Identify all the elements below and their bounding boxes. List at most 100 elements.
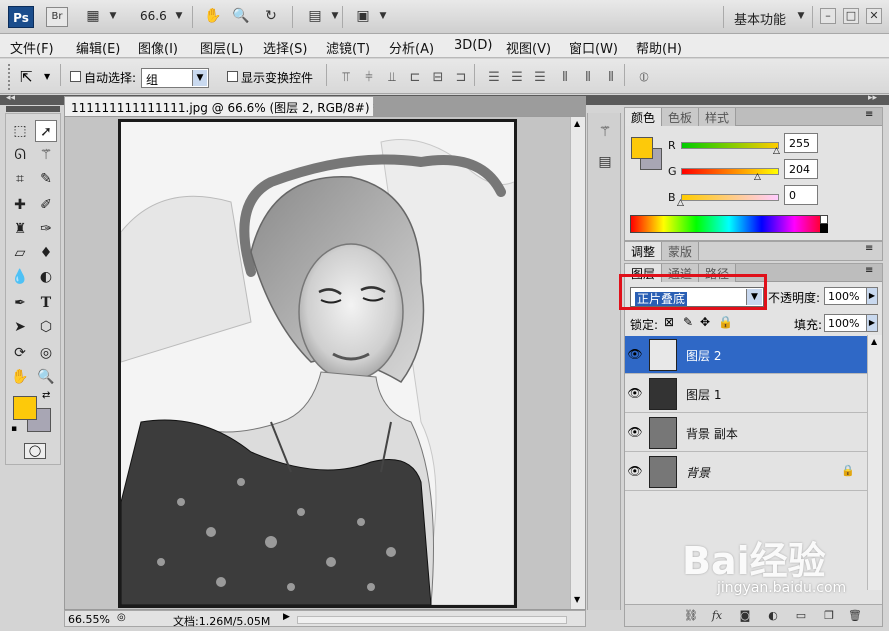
align-vcenter-icon[interactable]: ⫩: [361, 70, 377, 86]
close-icon[interactable]: ✕: [866, 8, 882, 24]
workspace-switcher[interactable]: 基本功能: [734, 9, 786, 28]
show-transform-checkbox[interactable]: [227, 71, 238, 82]
arrange-docs-icon[interactable]: ▤: [306, 8, 324, 24]
screen-mode-icon[interactable]: ▦: [84, 8, 102, 24]
status-menu-icon[interactable]: ▶: [283, 612, 290, 622]
blue-slider[interactable]: [681, 194, 779, 201]
canvas-vertical-scrollbar[interactable]: ▲ ▼: [570, 117, 585, 609]
status-settings-icon[interactable]: ◎: [117, 612, 126, 623]
scroll-up-icon[interactable]: ▲: [574, 119, 580, 128]
bridge-button[interactable]: Br: [46, 7, 68, 27]
visibility-eye-icon[interactable]: 👁: [627, 424, 643, 440]
move-tool-icon[interactable]: ➚: [35, 120, 57, 142]
zoom-tool-icon[interactable]: 🔍: [35, 366, 57, 388]
spectrum-black-swatch[interactable]: [820, 224, 828, 233]
align-hcenter-icon[interactable]: ⊟: [430, 70, 446, 86]
marquee-tool-icon[interactable]: ⬚: [9, 120, 31, 142]
crop-tool-icon[interactable]: ⌗: [9, 168, 31, 190]
panel-menu-icon[interactable]: ≡: [865, 243, 873, 254]
layer-row[interactable]: 👁 图层 2: [625, 336, 867, 374]
distribute-left-icon[interactable]: ⦀: [557, 70, 573, 86]
zoom-icon[interactable]: 🔍: [232, 8, 250, 24]
scroll-up-icon[interactable]: ▲: [871, 337, 877, 346]
green-slider[interactable]: [681, 168, 779, 175]
color-panel-foreground-swatch[interactable]: [631, 137, 653, 159]
path-selection-tool-icon[interactable]: ➤: [9, 316, 31, 338]
distribute-top-icon[interactable]: ☰: [486, 70, 502, 86]
visibility-eye-icon[interactable]: 👁: [627, 346, 643, 362]
green-slider-handle-icon[interactable]: △: [754, 172, 761, 182]
color-spectrum-bar[interactable]: [630, 215, 828, 233]
collapse-tools-icon[interactable]: ◂◂: [6, 93, 15, 103]
lock-all-icon[interactable]: 🔒: [718, 315, 733, 329]
distribute-hcenter-icon[interactable]: ⦀: [580, 70, 596, 86]
type-tool-icon[interactable]: T: [35, 292, 57, 314]
panel-menu-icon[interactable]: ≡: [865, 109, 873, 120]
lock-pixels-icon[interactable]: ✎: [683, 315, 693, 329]
red-value-field[interactable]: 255: [784, 133, 818, 153]
brush-tool-icon[interactable]: ✐: [35, 194, 57, 216]
hand-tool-icon[interactable]: ✋: [9, 366, 31, 388]
screen-mode-dropdown-icon[interactable]: ▼: [374, 8, 392, 24]
3d-orbit-tool-icon[interactable]: ◎: [35, 342, 57, 364]
red-slider[interactable]: [681, 142, 779, 149]
tool-preset-dropdown-icon[interactable]: ▼: [44, 72, 50, 81]
canvas-image[interactable]: [118, 119, 517, 608]
menu-filter[interactable]: 滤镜(T): [326, 38, 370, 57]
dodge-tool-icon[interactable]: ◐: [35, 266, 57, 288]
tab-masks[interactable]: 蒙版: [662, 242, 700, 260]
layer-row[interactable]: 👁 图层 1: [625, 375, 867, 413]
swap-colors-icon[interactable]: ⇄: [42, 390, 50, 401]
workspace-dropdown-icon[interactable]: ▼: [792, 8, 810, 24]
blue-slider-handle-icon[interactable]: △: [677, 198, 684, 208]
menu-analysis[interactable]: 分析(A): [389, 38, 434, 57]
distribute-vcenter-icon[interactable]: ☰: [509, 70, 525, 86]
menu-help[interactable]: 帮助(H): [636, 38, 682, 57]
visibility-eye-icon[interactable]: 👁: [627, 385, 643, 401]
fill-field[interactable]: 100%: [824, 314, 868, 332]
chevron-down-icon[interactable]: ▼: [104, 8, 122, 24]
move-tool-icon[interactable]: ⇱: [20, 68, 33, 86]
red-slider-handle-icon[interactable]: △: [773, 146, 780, 156]
layers-scrollbar[interactable]: ▲: [867, 335, 882, 590]
zoom-dropdown-icon[interactable]: ▼: [170, 8, 188, 24]
history-panel-icon[interactable]: ⚚: [594, 121, 616, 143]
new-group-icon[interactable]: ▭: [793, 608, 809, 624]
layer-row[interactable]: 👁 背景 🔒: [625, 453, 867, 491]
delete-layer-icon[interactable]: 🗑: [847, 608, 863, 624]
clone-stamp-tool-icon[interactable]: ♜: [9, 218, 31, 240]
blue-value-field[interactable]: 0: [784, 185, 818, 205]
3d-rotate-tool-icon[interactable]: ⟳: [9, 342, 31, 364]
green-value-field[interactable]: 204: [784, 159, 818, 179]
healing-brush-tool-icon[interactable]: ✚: [9, 194, 31, 216]
adjustment-layer-icon[interactable]: ◐: [765, 608, 781, 624]
zoom-level[interactable]: 66.6: [140, 9, 167, 23]
default-colors-icon[interactable]: ▪: [11, 424, 17, 434]
paint-bucket-tool-icon[interactable]: ♦: [35, 242, 57, 264]
add-mask-icon[interactable]: ◙: [737, 608, 753, 624]
auto-align-icon[interactable]: ⦶: [636, 70, 652, 86]
tab-color[interactable]: 颜色: [625, 108, 663, 126]
scroll-down-icon[interactable]: ▼: [574, 595, 580, 604]
history-brush-tool-icon[interactable]: ✑: [35, 218, 57, 240]
new-layer-icon[interactable]: ❐: [821, 608, 837, 624]
actions-panel-icon[interactable]: ▤: [594, 151, 616, 173]
lock-transparency-icon[interactable]: ⊠: [664, 315, 674, 329]
tab-styles[interactable]: 样式: [699, 108, 737, 126]
hand-icon[interactable]: ✋: [204, 8, 222, 24]
rotate-view-icon[interactable]: ↻: [262, 8, 280, 24]
menu-view[interactable]: 视图(V): [506, 38, 551, 57]
layer-row[interactable]: 👁 背景 副本: [625, 414, 867, 452]
eraser-tool-icon[interactable]: ▱: [9, 242, 31, 264]
visibility-eye-icon[interactable]: 👁: [627, 463, 643, 479]
spectrum-white-swatch[interactable]: [820, 215, 828, 224]
fill-slider-icon[interactable]: ▶: [866, 314, 878, 332]
align-bottom-icon[interactable]: ⫫: [384, 70, 400, 86]
tab-adjustments[interactable]: 调整: [625, 242, 663, 260]
quick-mask-icon[interactable]: ◯: [24, 443, 46, 459]
align-left-icon[interactable]: ⊏: [407, 70, 423, 86]
menu-image[interactable]: 图像(I): [138, 38, 178, 57]
maximize-icon[interactable]: □: [843, 8, 859, 24]
blur-tool-icon[interactable]: 💧: [9, 266, 31, 288]
auto-select-dropdown[interactable]: 组 ▼: [141, 68, 209, 88]
